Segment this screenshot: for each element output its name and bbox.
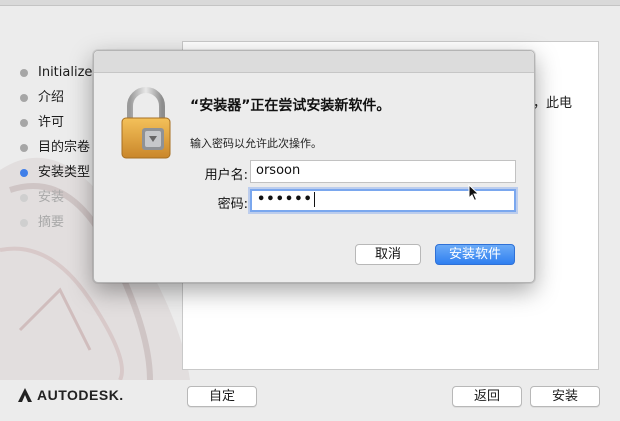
- autodesk-logo: AUTODESK.: [17, 385, 124, 405]
- dialog-subtitle: 输入密码以允许此次操作。: [190, 137, 322, 150]
- autodesk-a-icon: [18, 388, 32, 402]
- step-dot: [20, 69, 28, 77]
- step-label: 许可: [38, 115, 65, 130]
- username-input[interactable]: orsoon: [250, 160, 516, 183]
- step-label: 目的宗卷: [38, 140, 91, 155]
- dialog-heading: “安装器”正在尝试安装新软件。: [190, 98, 391, 114]
- mouse-pointer-icon: [468, 184, 480, 202]
- autodesk-wordmark: AUTODESK.: [37, 387, 124, 403]
- dialog-titlebar: [94, 51, 534, 73]
- step-label: 安装: [38, 190, 65, 205]
- install-button[interactable]: 安装: [530, 386, 600, 407]
- customize-button[interactable]: 自定: [187, 386, 257, 407]
- text-caret: [313, 192, 315, 207]
- step-label: 介绍: [38, 90, 65, 105]
- install-software-button[interactable]: 安装软件: [435, 244, 515, 265]
- step-dot: [20, 94, 28, 102]
- window-title-strip: [0, 0, 620, 6]
- password-label: 密码:: [217, 197, 248, 212]
- back-button[interactable]: 返回: [452, 386, 522, 407]
- step-dot: [20, 194, 28, 202]
- step-dot-active: [20, 169, 28, 177]
- pane-text: ，此电: [532, 96, 572, 111]
- step-dot: [20, 144, 28, 152]
- step-label: Initialize: [38, 65, 93, 80]
- lock-icon: [121, 87, 171, 159]
- cancel-button[interactable]: 取消: [355, 244, 421, 265]
- auth-dialog: “安装器”正在尝试安装新软件。 输入密码以允许此次操作。 用户名: orsoon…: [93, 50, 535, 283]
- step-label: 摘要: [38, 215, 65, 230]
- step-label: 安装类型: [38, 165, 91, 180]
- username-label: 用户名:: [204, 168, 248, 183]
- step-dot: [20, 119, 28, 127]
- step-dot: [20, 219, 28, 227]
- password-dots: ••••••: [257, 192, 313, 207]
